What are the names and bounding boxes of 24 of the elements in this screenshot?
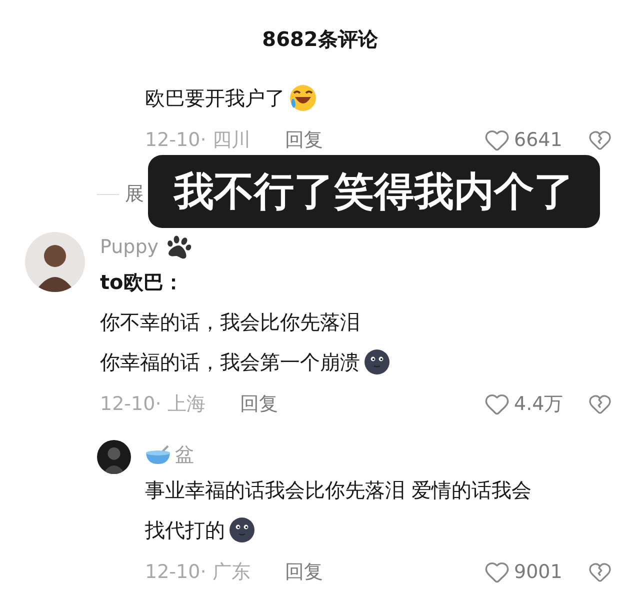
comment-text: 找代打的	[145, 517, 225, 544]
reply-button[interactable]: 回复	[240, 390, 278, 418]
reply-button[interactable]: 回复	[285, 126, 323, 154]
comment-text: to欧巴：	[100, 269, 184, 296]
dislike-icon[interactable]	[588, 128, 612, 152]
comment-text: 欧巴要开我户了	[145, 85, 285, 112]
date-location: 12-10· 四川	[145, 128, 252, 153]
comment-count-title: 8682条评论	[262, 26, 378, 53]
date-location: 12-10· 上海	[100, 392, 206, 417]
dislike-icon[interactable]	[588, 392, 612, 416]
reply-button[interactable]: 回复	[285, 558, 323, 586]
comment-text: 事业幸福的话我会比你先落泪 爱情的话我会	[145, 477, 532, 504]
username[interactable]: 盆	[175, 440, 194, 470]
avatar[interactable]	[97, 440, 131, 474]
like-count: 4.4万	[514, 392, 564, 417]
like-count: 9001	[514, 560, 564, 585]
expand-replies-text[interactable]: 展	[125, 180, 144, 208]
caption-banner: 我不行了笑得我内个了	[148, 155, 600, 228]
date-location: 12-10· 广东	[145, 560, 252, 585]
comment-text: 你幸福的话，我会第一个崩溃	[100, 349, 360, 376]
dislike-icon[interactable]	[588, 560, 612, 584]
like-count: 6641	[514, 128, 564, 153]
comment-text: 你不幸的话，我会比你先落泪	[100, 309, 360, 336]
username[interactable]: Puppy	[100, 232, 159, 262]
